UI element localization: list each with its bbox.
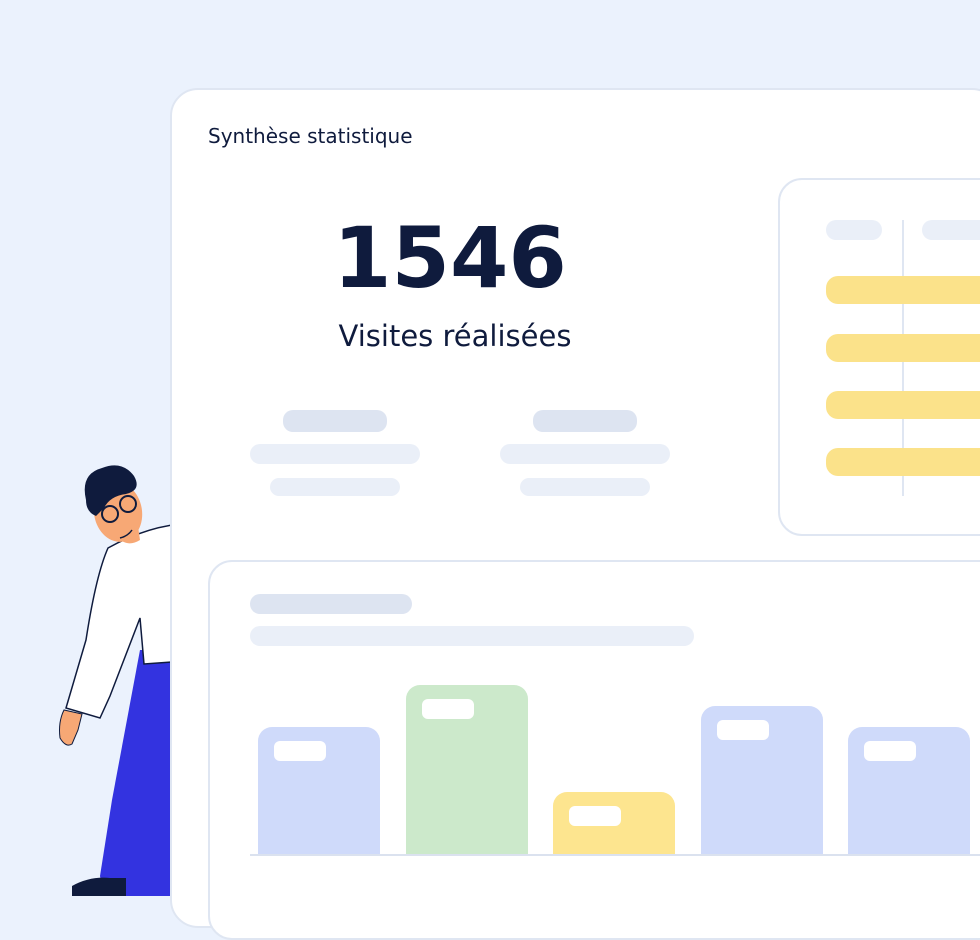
chart-bar	[701, 706, 823, 856]
mini-hbar	[826, 276, 980, 304]
mini-hbar	[826, 391, 980, 419]
person-illustration	[59, 465, 170, 896]
chart-bar	[258, 727, 380, 856]
chart-baseline	[250, 854, 980, 856]
bar-label-placeholder	[274, 741, 326, 761]
mini-header-placeholder	[826, 220, 882, 240]
bar-label-placeholder	[717, 720, 769, 740]
chart-bar	[553, 792, 675, 856]
kpi-label: Visites réalisées	[338, 319, 572, 353]
mini-hbar	[826, 448, 980, 476]
chart-bar	[406, 685, 528, 856]
bar-label-placeholder	[569, 806, 621, 826]
mini-header-placeholder	[922, 220, 980, 240]
mini-hbar	[826, 334, 980, 362]
chart-subtitle-placeholder	[250, 626, 694, 646]
bar-label-placeholder	[422, 699, 474, 719]
chart-bar	[848, 727, 970, 856]
bar-label-placeholder	[864, 741, 916, 761]
kpi-value: 1546	[333, 209, 567, 307]
card-title: Synthèse statistique	[208, 124, 413, 148]
chart-title-placeholder	[250, 594, 412, 614]
